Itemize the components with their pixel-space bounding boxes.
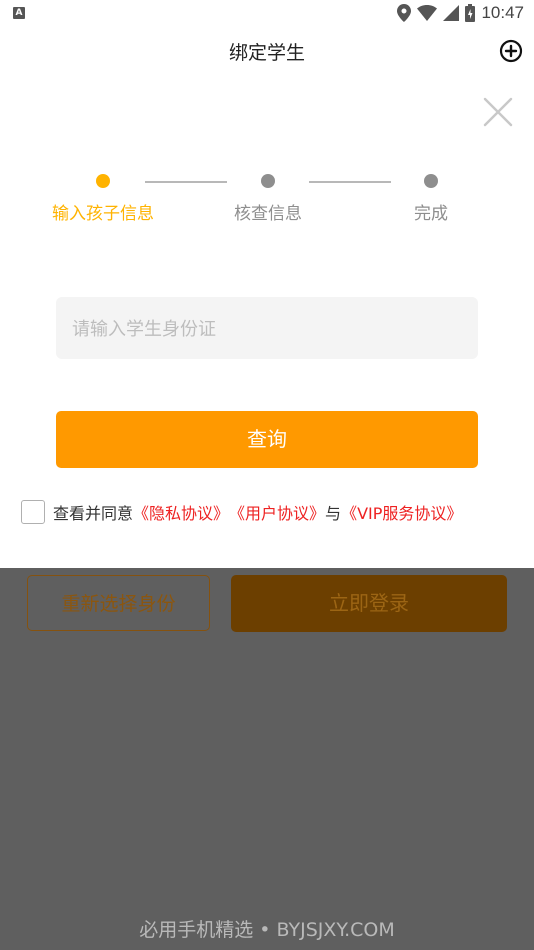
id-number-input[interactable]: [70, 297, 454, 361]
add-circle-icon[interactable]: [499, 39, 523, 63]
status-bar: A 10:47: [0, 0, 534, 28]
agreement-row: 查看并同意 《隐私协议》 《用户协议》 与 《VIP服务协议》: [21, 499, 462, 525]
vip-agreement-link[interactable]: 《VIP服务协议》: [341, 500, 462, 524]
header: 绑定学生: [0, 28, 534, 72]
location-icon: [397, 4, 412, 22]
signal-icon: [443, 5, 460, 21]
page-title: 绑定学生: [228, 42, 305, 64]
user-agreement-link[interactable]: 《用户协议》: [229, 500, 325, 524]
step-dot-3: [424, 174, 438, 188]
step-label-1: 输入孩子信息: [52, 204, 154, 224]
login-now-button: 立即登录: [231, 575, 507, 632]
query-button[interactable]: 查询: [56, 411, 478, 468]
id-input-container: [56, 297, 478, 361]
step-label-2: 核查信息: [234, 204, 302, 224]
step-connector-2: [309, 181, 391, 183]
reselect-identity-button: 重新选择身份: [27, 575, 210, 631]
app-notification-icon: A: [13, 7, 25, 19]
step-dot-1: [96, 174, 110, 188]
agreement-checkbox[interactable]: [21, 500, 45, 524]
status-icons: 10:47: [397, 3, 524, 23]
step-connector-1: [145, 181, 227, 183]
close-icon[interactable]: [482, 96, 514, 128]
privacy-agreement-link[interactable]: 《隐私协议》: [133, 500, 229, 524]
agreement-prefix: 查看并同意: [53, 504, 134, 523]
agreement-and: 与: [325, 504, 342, 523]
battery-icon: [465, 4, 476, 22]
clock: 10:47: [481, 3, 524, 22]
step-dot-2: [261, 174, 275, 188]
step-label-3: 完成: [414, 204, 448, 224]
watermark: 必用手机精选 • BYJSJXY.COM: [139, 919, 395, 941]
wifi-icon: [417, 5, 438, 21]
